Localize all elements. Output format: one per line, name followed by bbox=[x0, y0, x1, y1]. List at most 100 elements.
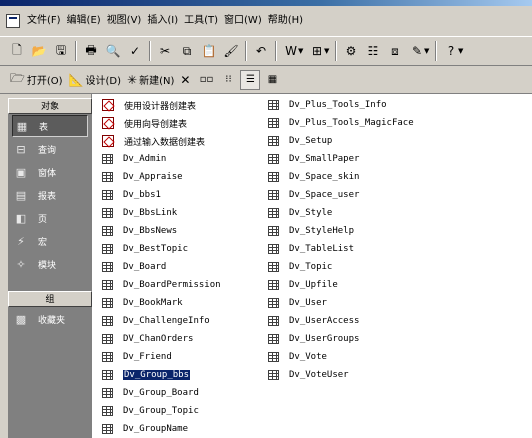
menu-window[interactable]: 窗口(W) bbox=[221, 11, 265, 31]
table-item[interactable]: Dv_Space_user bbox=[268, 186, 414, 204]
table-item[interactable]: Dv_Plus_Tools_MagicFace bbox=[268, 114, 414, 132]
undo-icon[interactable]: ↶ bbox=[250, 40, 272, 62]
table-item[interactable]: Dv_Upfile bbox=[268, 276, 414, 294]
list-view-icon[interactable]: ☰ bbox=[240, 69, 261, 90]
table-item[interactable]: DV_ChanOrders bbox=[102, 330, 221, 348]
table-icon bbox=[268, 190, 279, 200]
table-item[interactable]: Dv_Admin bbox=[102, 150, 221, 168]
menu-file[interactable]: 文件(F) bbox=[24, 11, 64, 31]
table-item[interactable]: Dv_Group_bbs bbox=[102, 366, 221, 384]
table-item[interactable]: Dv_Style bbox=[268, 204, 414, 222]
object-label: Dv_TableList bbox=[289, 244, 355, 254]
table-icon bbox=[102, 370, 113, 380]
table-item[interactable]: Dv_BbsNews bbox=[102, 222, 221, 240]
table-item[interactable]: Dv_GroupName bbox=[102, 420, 221, 438]
object-label: Dv_BbsLink bbox=[123, 208, 178, 218]
nav-item-reports[interactable]: ▤ 报表 bbox=[8, 184, 92, 206]
objects-header[interactable]: 对象 bbox=[8, 98, 92, 114]
delete-button[interactable]: ✕ bbox=[180, 73, 190, 87]
table-item[interactable]: Dv_UserAccess bbox=[268, 312, 414, 330]
table-icon bbox=[102, 334, 113, 344]
table-item[interactable]: Dv_TableList bbox=[268, 240, 414, 258]
object-label: Dv_User bbox=[289, 298, 327, 308]
object-label: Dv_Space_skin bbox=[289, 172, 360, 182]
spelling-icon[interactable]: ✓ bbox=[124, 40, 146, 62]
wizard-icon bbox=[102, 99, 114, 111]
table-item[interactable]: Dv_ChallengeInfo bbox=[102, 312, 221, 330]
small-icons-view-icon[interactable]: ⁝⁝ bbox=[218, 70, 238, 90]
table-icon bbox=[102, 154, 113, 164]
menu-tools[interactable]: 工具(T) bbox=[181, 11, 221, 31]
properties-icon[interactable]: ☷ bbox=[362, 40, 384, 62]
table-icon bbox=[102, 388, 113, 398]
menu-insert[interactable]: 插入(I) bbox=[144, 11, 181, 31]
chevron-down-icon[interactable]: ▼ bbox=[424, 47, 432, 55]
groups-header[interactable]: 组 bbox=[8, 291, 92, 307]
app-icon[interactable] bbox=[6, 14, 20, 28]
wizard-item[interactable]: 使用向导创建表 bbox=[102, 114, 221, 132]
large-icons-view-icon[interactable]: ▫▫ bbox=[196, 70, 216, 90]
new-icon[interactable]: 🗋 bbox=[6, 40, 28, 62]
nav-item-label: 报表 bbox=[38, 191, 57, 202]
table-item[interactable]: Dv_SmallPaper bbox=[268, 150, 414, 168]
menu-help[interactable]: 帮助(H) bbox=[265, 11, 306, 31]
table-item[interactable]: Dv_Friend bbox=[102, 348, 221, 366]
save-icon[interactable]: 🖫 bbox=[50, 40, 72, 62]
relationships-icon[interactable]: ⧈ bbox=[384, 40, 406, 62]
table-item[interactable]: Dv_Vote bbox=[268, 348, 414, 366]
nav-item-tables[interactable]: ▦ 表 bbox=[12, 115, 88, 137]
table-item[interactable]: Dv_Appraise bbox=[102, 168, 221, 186]
table-item[interactable]: Dv_Plus_Tools_Info bbox=[268, 96, 414, 114]
nav-item-modules[interactable]: ✧ 模块 bbox=[8, 253, 92, 275]
copy-icon[interactable]: ⧉ bbox=[176, 40, 198, 62]
nav-item-favorites[interactable]: ▩ 收藏夹 bbox=[8, 308, 92, 330]
details-view-icon[interactable]: ▦ bbox=[262, 70, 282, 90]
table-item[interactable]: Dv_Group_Topic bbox=[102, 402, 221, 420]
nav-item-macros[interactable]: ⚡ 宏 bbox=[8, 230, 92, 252]
table-item[interactable]: Dv_Space_skin bbox=[268, 168, 414, 186]
code-icon[interactable]: ⚙ bbox=[340, 40, 362, 62]
table-item[interactable]: Dv_Board bbox=[102, 258, 221, 276]
nav-item-forms[interactable]: ▣ 窗体 bbox=[8, 161, 92, 183]
table-item[interactable]: Dv_BoardPermission bbox=[102, 276, 221, 294]
table-item[interactable]: Dv_bbs1 bbox=[102, 186, 221, 204]
table-item[interactable]: Dv_Group_Board bbox=[102, 384, 221, 402]
table-icon bbox=[102, 298, 113, 308]
wizard-item[interactable]: 通过输入数据创建表 bbox=[102, 132, 221, 150]
nav-item-label: 模块 bbox=[38, 260, 57, 271]
cut-icon[interactable]: ✂ bbox=[154, 40, 176, 62]
table-icon bbox=[102, 190, 113, 200]
design-button[interactable]: 📐 设计(D) bbox=[69, 72, 121, 88]
chevron-down-icon[interactable]: ▼ bbox=[324, 47, 332, 55]
print-icon[interactable]: 🖶 bbox=[80, 40, 102, 62]
print-preview-icon[interactable]: 🔍 bbox=[102, 40, 124, 62]
wizard-item[interactable]: 使用设计器创建表 bbox=[102, 96, 221, 114]
table-item[interactable]: Dv_BestTopic bbox=[102, 240, 221, 258]
menu-view[interactable]: 视图(V) bbox=[104, 11, 145, 31]
table-item[interactable]: Dv_Setup bbox=[268, 132, 414, 150]
open-button[interactable]: 🗁 打开(O) bbox=[10, 69, 63, 90]
form-icon: ▣ bbox=[15, 165, 27, 179]
table-icon bbox=[268, 172, 279, 182]
table-item[interactable]: Dv_BbsLink bbox=[102, 204, 221, 222]
object-bar-panel: 对象 ▦ 表 ⊟ 查询 ▣ 窗体 ▤ 报表 ◧ 页 ⚡ 宏 ✧ 模块 组 ▩ 收… bbox=[8, 98, 92, 438]
table-item[interactable]: Dv_UserGroups bbox=[268, 330, 414, 348]
table-item[interactable]: Dv_User bbox=[268, 294, 414, 312]
table-icon bbox=[268, 154, 279, 164]
open-icon[interactable]: 📂 bbox=[28, 40, 50, 62]
table-item[interactable]: Dv_VoteUser bbox=[268, 366, 414, 384]
nav-item-queries[interactable]: ⊟ 查询 bbox=[8, 138, 92, 160]
chevron-down-icon[interactable]: ▼ bbox=[458, 47, 466, 55]
format-painter-icon[interactable]: 🖌 bbox=[220, 40, 242, 62]
table-item[interactable]: Dv_BookMark bbox=[102, 294, 221, 312]
nav-item-label: 页 bbox=[38, 214, 48, 225]
chevron-down-icon[interactable]: ▼ bbox=[298, 47, 306, 55]
nav-item-pages[interactable]: ◧ 页 bbox=[8, 207, 92, 229]
new-button[interactable]: ✳ 新建(N) bbox=[127, 72, 174, 88]
table-item[interactable]: Dv_Topic bbox=[268, 258, 414, 276]
object-label: 使用设计器创建表 bbox=[124, 101, 197, 112]
paste-icon[interactable]: 📋 bbox=[198, 40, 220, 62]
table-item[interactable]: Dv_StyleHelp bbox=[268, 222, 414, 240]
menu-edit[interactable]: 编辑(E) bbox=[64, 11, 104, 31]
object-label: Dv_UserGroups bbox=[289, 334, 360, 344]
